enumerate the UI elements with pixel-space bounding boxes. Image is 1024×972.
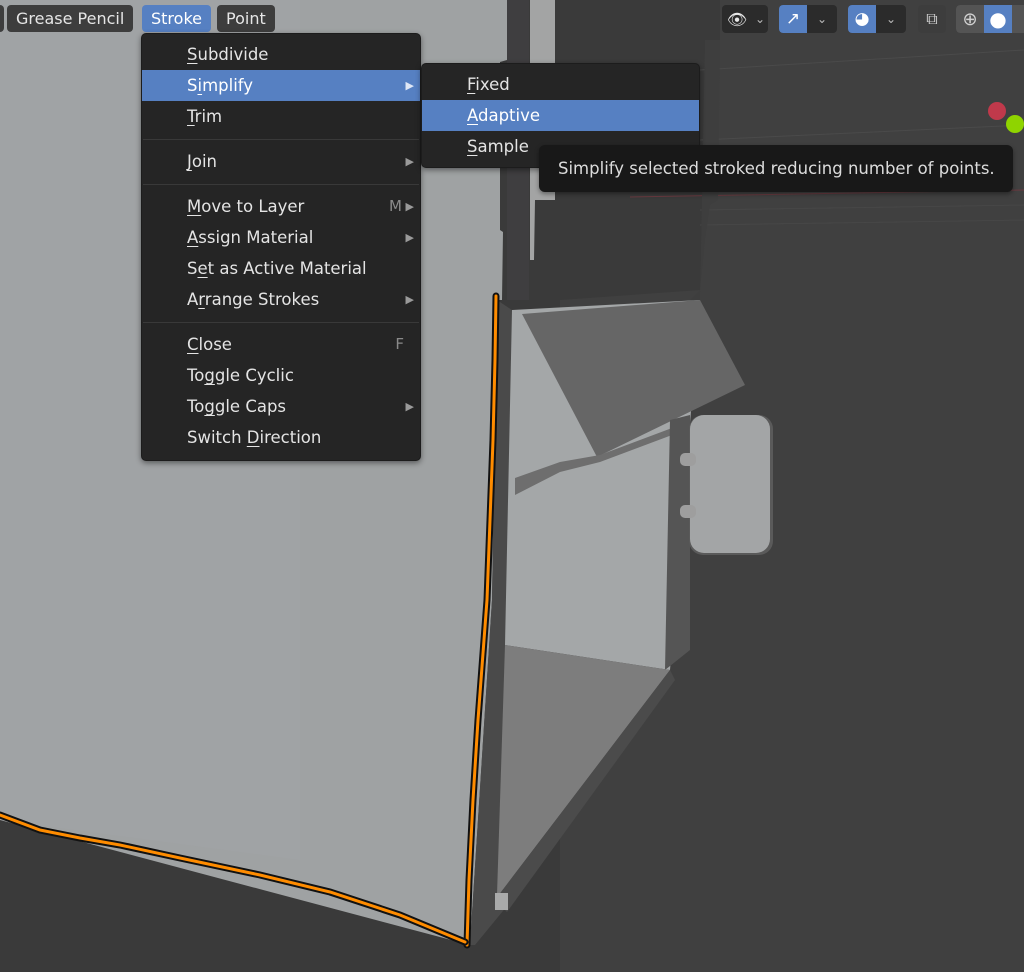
material-shading-button[interactable] xyxy=(1012,5,1024,33)
visibility-selectability-icon: 👁 xyxy=(726,9,748,29)
menu-item-label: Sample xyxy=(467,137,529,156)
menu-item-join[interactable]: Join ▶ xyxy=(142,146,420,177)
submenu-arrow-icon: ▶ xyxy=(405,231,414,244)
menu-item-toggle-caps[interactable]: Toggle Caps ▶ xyxy=(142,391,420,422)
menu-item-switch-direction[interactable]: Switch Direction xyxy=(142,422,420,453)
menu-item-label: Switch Direction xyxy=(187,428,322,447)
submenu-arrow-icon: ▶ xyxy=(405,293,414,306)
menu-item-label: Toggle Caps xyxy=(187,397,287,416)
xray-toggle-button[interactable]: ⧉ xyxy=(918,5,946,33)
overlays-icon[interactable]: ◕ xyxy=(848,5,876,33)
submenu-arrow-icon: ▶ xyxy=(405,400,414,413)
shortcut-label: M xyxy=(389,197,402,215)
menu-item-label: Trim xyxy=(187,107,223,126)
shading-mode-group: ⊕ ● xyxy=(956,5,1024,33)
submenu-item-fixed[interactable]: Fixed xyxy=(422,69,699,100)
menu-item-simplify[interactable]: Simplify ▶ xyxy=(142,70,420,101)
menu-item-label: Toggle Cyclic xyxy=(187,366,294,385)
menu-item-label: Fixed xyxy=(467,75,510,94)
tooltip-text: Simplify selected stroked reducing numbe… xyxy=(558,159,995,178)
menu-item-subdivide[interactable]: Subdivide xyxy=(142,39,420,70)
stroke-menu: Subdivide Simplify ▶ Trim Join ▶ Move to… xyxy=(141,33,421,461)
menu-item-label: Simplify xyxy=(187,76,254,95)
menu-item-label: Adaptive xyxy=(467,106,541,125)
chevron-down-icon[interactable]: ⌄ xyxy=(807,5,837,33)
menu-item-label: Subdivide xyxy=(187,45,269,64)
menu-grease-pencil[interactable]: Grease Pencil xyxy=(7,5,134,32)
gizmo-x-axis-icon xyxy=(988,102,1006,120)
chevron-down-icon[interactable]: ⌄ xyxy=(876,5,906,33)
menu-item-close[interactable]: Close F xyxy=(142,329,420,360)
submenu-arrow-icon: ▶ xyxy=(405,200,414,213)
handle-plate xyxy=(690,415,770,553)
chevron-down-icon: ⌄ xyxy=(754,12,766,26)
shortcut-label: F xyxy=(395,335,404,353)
menu-item-label: Arrange Strokes xyxy=(187,290,320,309)
menu-separator xyxy=(143,184,419,185)
submenu-item-adaptive[interactable]: Adaptive xyxy=(422,100,699,131)
menu-item-toggle-cyclic[interactable]: Toggle Cyclic xyxy=(142,360,420,391)
menu-item-set-as-active-material[interactable]: Set as Active Material xyxy=(142,253,420,284)
menu-item-label: Close xyxy=(187,335,232,354)
xray-toggle-icon: ⧉ xyxy=(926,9,938,28)
menu-item-label: Set as Active Material xyxy=(187,259,367,278)
handle-peg xyxy=(680,505,696,518)
submenu-arrow-icon: ▶ xyxy=(405,155,414,168)
menu-separator xyxy=(143,322,419,323)
wireframe-shading-icon[interactable]: ⊕ xyxy=(956,5,984,33)
menu-item-label: Move to Layer xyxy=(187,197,305,216)
menu-item-assign-material[interactable]: Assign Material ▶ xyxy=(142,222,420,253)
gizmo-toggle-group: ↗ ⌄ xyxy=(779,5,837,33)
menu-item-trim[interactable]: Trim xyxy=(142,101,420,132)
handle-peg xyxy=(680,453,696,466)
gizmo-icon[interactable]: ↗ xyxy=(779,5,807,33)
menu-item-label: Assign Material xyxy=(187,228,314,247)
tooltip: Simplify selected stroked reducing numbe… xyxy=(539,145,1013,192)
menu-separator xyxy=(143,139,419,140)
menu-stroke[interactable]: Stroke xyxy=(142,5,211,32)
menu-point[interactable]: Point xyxy=(217,5,275,32)
visibility-dropdown[interactable]: 👁 ⌄ xyxy=(722,5,768,33)
submenu-arrow-icon: ▶ xyxy=(405,79,414,92)
gizmo-y-axis-icon xyxy=(1006,115,1024,133)
menu-item-label: Join xyxy=(187,152,218,171)
shelf-corner xyxy=(495,893,508,910)
menu-item-move-to-layer[interactable]: Move to Layer M ▶ xyxy=(142,191,420,222)
menu-item-arrange-strokes[interactable]: Arrange Strokes ▶ xyxy=(142,284,420,315)
header-menu-partial[interactable] xyxy=(0,5,4,32)
overlays-toggle-group: ◕ ⌄ xyxy=(848,5,906,33)
solid-shading-icon[interactable]: ● xyxy=(984,5,1012,33)
